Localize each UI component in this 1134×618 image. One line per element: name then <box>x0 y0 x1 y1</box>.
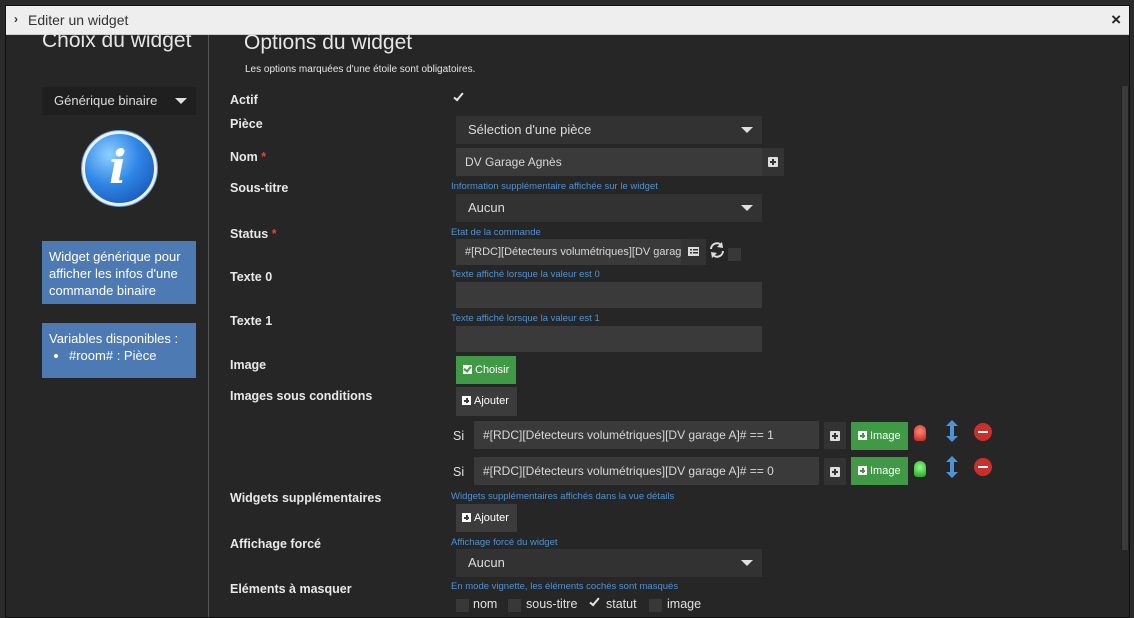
condition-2-add-button[interactable] <box>824 458 846 485</box>
texte1-input[interactable] <box>456 326 762 352</box>
nom-add-button[interactable] <box>762 148 784 176</box>
scrollbar-thumb[interactable] <box>1122 86 1128 550</box>
move-vertical-icon[interactable] <box>946 420 958 447</box>
soustitre-select[interactable]: Aucun <box>456 194 762 222</box>
affichage-help: Affichage forcé du widget <box>451 537 558 548</box>
condition-2-input[interactable]: #[RDC][Détecteurs volumétriques][DV gara… <box>474 457 819 485</box>
plus-square-icon <box>768 157 778 167</box>
available-variables: Variables disponibles : #room# : Pièce <box>42 323 196 378</box>
images-cond-add-button[interactable]: Ajouter <box>456 387 517 416</box>
images-cond-label: Images sous conditions <box>230 389 373 403</box>
check-square-icon <box>463 365 472 374</box>
widget-options-panel: Options du widget Les options marquées d… <box>210 31 1122 617</box>
close-icon[interactable]: × <box>1111 10 1121 30</box>
plus-square-icon <box>858 466 867 475</box>
plus-square-icon <box>830 467 840 477</box>
options-heading: Options du widget <box>244 31 413 54</box>
status-label: Status * <box>230 227 277 241</box>
condition-1-remove-icon[interactable] <box>974 423 992 441</box>
plus-square-icon <box>830 431 840 441</box>
variable-item: #room# : Pièce <box>69 347 189 364</box>
nom-label: Nom * <box>230 150 267 164</box>
condition-1-image-button[interactable]: Image <box>851 422 908 450</box>
actif-checkbox[interactable] <box>453 90 464 102</box>
caret-down-icon <box>175 98 187 104</box>
hide-nom-checkbox[interactable] <box>456 599 469 612</box>
status-help: Etat de la commande <box>451 227 541 238</box>
soustitre-value: Aucun <box>468 200 505 215</box>
masquer-help: En mode vignette, les éléments cochés so… <box>451 581 679 592</box>
piece-label: Pièce <box>230 117 263 131</box>
condition-1-input[interactable]: #[RDC][Détecteurs volumétriques][DV gara… <box>474 421 819 449</box>
widgets-supp-help: Widgets supplémentaires affichés dans la… <box>451 491 675 502</box>
actif-label: Actif <box>230 93 258 107</box>
move-vertical-icon[interactable] <box>946 456 958 483</box>
hide-nom-label: nom <box>473 597 498 611</box>
red-led-icon <box>914 425 926 441</box>
hide-statut-label: statut <box>606 597 637 611</box>
widget-description-text: Widget générique pour afficher les infos… <box>49 249 181 298</box>
status-list-button[interactable] <box>681 239 706 265</box>
piece-select[interactable]: Sélection d'une pièce <box>456 116 762 144</box>
chevron-right-icon: › <box>14 12 18 26</box>
list-icon <box>688 247 699 256</box>
widgets-supp-add-button[interactable]: Ajouter <box>456 504 517 532</box>
image-label: Image <box>230 358 267 372</box>
widget-type-value: Générique binaire <box>54 93 158 108</box>
nom-input[interactable]: DV Garage Agnès <box>456 148 762 176</box>
texte0-label: Texte 0 <box>230 270 273 284</box>
choisir-button[interactable]: Choisir <box>456 356 516 384</box>
dialog-title: Editer un widget <box>28 12 129 28</box>
texte0-input[interactable] <box>456 282 762 308</box>
texte1-help: Texte affiché lorsque la valeur est 1 <box>451 313 600 324</box>
hide-image-label: image <box>667 597 702 611</box>
affichage-value: Aucun <box>468 555 505 570</box>
soustitre-help: Information supplémentaire affichée sur … <box>451 181 658 192</box>
condition-2-remove-icon[interactable] <box>974 458 992 476</box>
plus-square-icon <box>462 396 471 405</box>
texte1-label: Texte 1 <box>230 314 273 328</box>
green-led-icon <box>914 461 926 477</box>
hide-soustitre-checkbox[interactable] <box>508 599 521 612</box>
required-note: Les options marquées d'une étoile sont o… <box>245 64 476 75</box>
status-invert-checkbox[interactable] <box>728 248 741 261</box>
caret-down-icon <box>741 205 753 211</box>
status-input[interactable]: #[RDC][Détecteurs volumétriques][DV gara… <box>456 239 681 265</box>
widgets-supp-label: Widgets supplémentaires <box>230 491 382 505</box>
caret-down-icon <box>741 127 753 133</box>
piece-value: Sélection d'une pièce <box>468 122 592 137</box>
si-label: Si <box>453 465 465 479</box>
edit-widget-dialog: › Editer un widget × Choix du widget Gén… <box>5 5 1130 618</box>
hide-image-checkbox[interactable] <box>649 599 662 612</box>
masquer-label: Eléments à masquer <box>230 582 352 596</box>
plus-square-icon <box>858 431 867 440</box>
si-label: Si <box>453 429 465 443</box>
texte0-help: Texte affiché lorsque la valeur est 0 <box>451 269 600 280</box>
soustitre-label: Sous-titre <box>230 181 289 195</box>
affichage-label: Affichage forcé <box>230 537 321 551</box>
variables-title: Variables disponibles : <box>49 331 179 346</box>
affichage-select[interactable]: Aucun <box>456 549 762 577</box>
condition-2-image-button[interactable]: Image <box>851 457 908 485</box>
caret-down-icon <box>741 560 753 566</box>
hide-statut-checkbox[interactable] <box>589 595 600 607</box>
widget-choice-panel: Choix du widget Générique binaire i Widg… <box>6 29 209 617</box>
widget-type-select[interactable]: Générique binaire <box>42 87 196 115</box>
condition-1-add-button[interactable] <box>824 422 846 449</box>
hide-soustitre-label: sous-titre <box>526 597 578 611</box>
info-icon: i <box>82 131 157 206</box>
refresh-icon[interactable] <box>708 241 726 264</box>
plus-square-icon <box>462 513 471 522</box>
widget-description: Widget générique pour afficher les infos… <box>42 241 196 304</box>
widget-choice-heading: Choix du widget <box>42 29 192 52</box>
